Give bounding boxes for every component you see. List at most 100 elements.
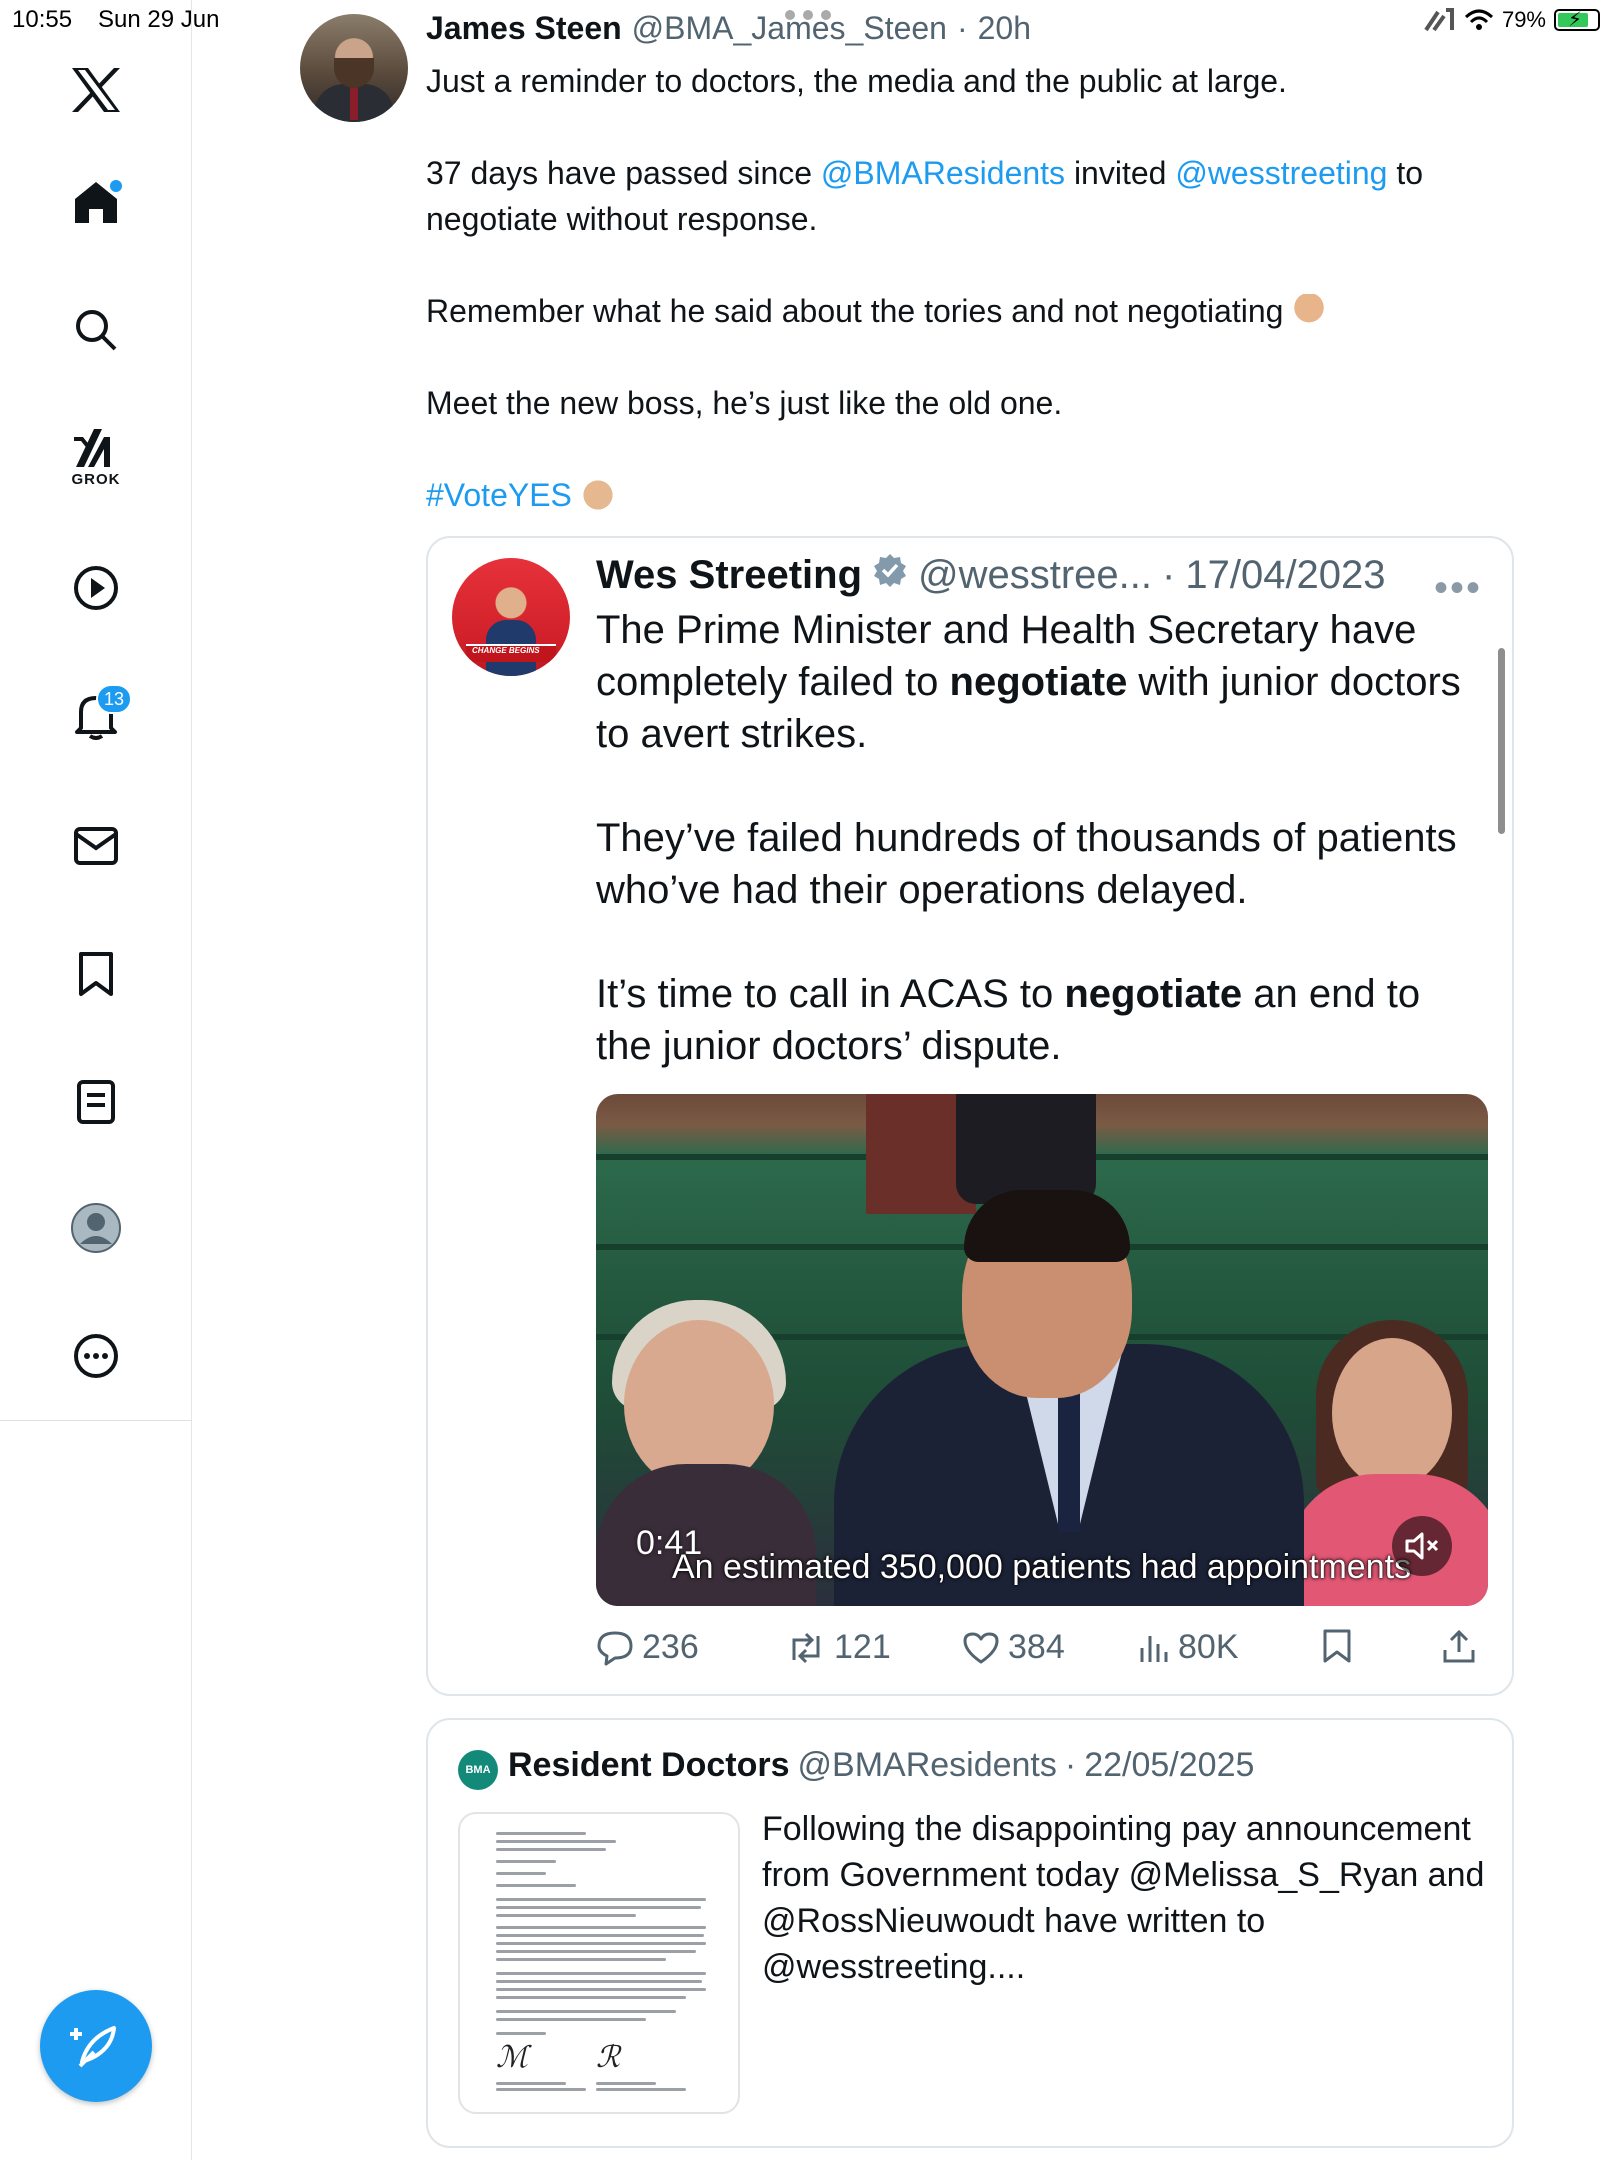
speaker-muted-icon (1405, 1532, 1439, 1560)
like-count: 384 (1008, 1628, 1065, 1666)
sidebar-item-search[interactable] (56, 290, 136, 370)
sidebar-item-more[interactable] (56, 1316, 136, 1396)
quoted-2-date[interactable]: 22/05/2025 (1084, 1746, 1254, 1785)
quoted-p3-start: It’s time to call in ACAS to (596, 972, 1065, 1016)
grok-status-icon (1424, 8, 1454, 32)
raised-fist-emoji-icon (580, 478, 615, 512)
quoted-separator: · (1162, 553, 1176, 597)
quoted-paragraph-1: The Prime Minister and Health Secretary … (596, 604, 1476, 760)
tweet-line-3: Remember what he said about the tories a… (426, 288, 1526, 334)
sidebar-item-profile[interactable] (56, 1188, 136, 1268)
heart-icon (963, 1632, 999, 1663)
quoted-2-separator: · (1064, 1746, 1077, 1784)
repost-button[interactable]: 121 (786, 1628, 891, 1667)
author-handle[interactable]: @BMA_James_Steen (632, 10, 947, 47)
pointing-down-emoji-icon (1292, 294, 1327, 328)
quoted-p3-bold: negotiate (1064, 972, 1243, 1016)
bookmark-button[interactable] (1322, 1628, 1352, 1664)
tweet-line-1: Just a reminder to doctors, the media an… (426, 63, 1287, 99)
views-button[interactable]: 80K (1138, 1628, 1239, 1667)
tweet-separator: · (956, 10, 968, 46)
tweet-line-2: 37 days have passed since @BMAResidents … (426, 150, 1526, 242)
repost-count: 121 (834, 1628, 891, 1666)
share-icon (1443, 1629, 1475, 1663)
more-icon (74, 1334, 118, 1378)
author-avatar[interactable] (300, 14, 408, 122)
signature-2: ℛ (596, 2040, 620, 2075)
tweet-time[interactable]: 20h (978, 10, 1031, 47)
home-unread-dot (110, 180, 122, 192)
video-caption: An estimated 350,000 patients had appoin… (672, 1548, 1412, 1586)
bma-logo-avatar[interactable]: BMA (458, 1750, 498, 1790)
quoted-tweet-date[interactable]: 17/04/2023 (1185, 553, 1385, 598)
quoted-author-handle[interactable]: @wesstree... (918, 553, 1152, 598)
views-chart-icon (1140, 1635, 1168, 1662)
sidebar-item-video[interactable] (56, 548, 136, 628)
scrollbar[interactable] (1498, 648, 1505, 834)
bookmarks-icon (79, 952, 113, 996)
reply-count: 236 (642, 1628, 699, 1666)
tweet-line-3-text: Remember what he said about the tories a… (426, 293, 1284, 329)
mention-wesstreeting-link[interactable]: @wesstreeting (1175, 155, 1387, 191)
share-button[interactable] (1442, 1628, 1476, 1664)
status-indicators: 79% ⚡ (1422, 6, 1600, 34)
mention-bmaresidents-link[interactable]: @BMAResidents (821, 155, 1065, 191)
profile-icon (71, 1203, 121, 1253)
quoted-tweet-body: The Prime Minister and Health Secretary … (596, 604, 1476, 1124)
x-logo-icon[interactable] (56, 50, 136, 130)
battery-percent: 79% (1501, 7, 1546, 32)
tweet-body: Just a reminder to doctors, the media an… (426, 58, 1526, 518)
quoted-tweet-header: Wes Streeting @wesstree... · 17/04/2023 (596, 552, 1386, 598)
quoted-tweet-2-body: Following the disappointing pay announce… (762, 1810, 1485, 1986)
messages-envelope-icon (74, 827, 118, 865)
sidebar-item-notifications[interactable]: 13 (56, 676, 136, 756)
reply-button[interactable]: 236 (596, 1628, 699, 1667)
video-play-icon (74, 566, 118, 610)
lists-icon (77, 1080, 115, 1124)
avatar-lectern-text: CHANGE BEGINS (472, 646, 540, 655)
quoted-author-name[interactable]: Wes Streeting (596, 553, 862, 598)
quoted-2-author-name[interactable]: Resident Doctors (508, 1746, 790, 1785)
bookmark-icon (1323, 1629, 1351, 1663)
sidebar-nav: GROK 13 (0, 0, 192, 2160)
tweet-line-4: Meet the new boss, he’s just like the ol… (426, 385, 1063, 421)
like-button[interactable]: 384 (962, 1628, 1065, 1667)
grok-label: GROK (71, 470, 121, 488)
reply-icon (597, 1631, 633, 1665)
compose-post-button[interactable] (40, 1990, 152, 2102)
quoted-author-avatar[interactable]: CHANGE BEGINS (452, 558, 570, 676)
quoted-paragraph-3: It’s time to call in ACAS to negotiate a… (596, 968, 1476, 1072)
notification-badge: 13 (96, 684, 132, 714)
mute-button[interactable] (1392, 1516, 1452, 1576)
sidebar-item-home[interactable] (56, 162, 136, 242)
tweet-line-2-mid: invited (1065, 155, 1176, 191)
quoted-2-author-handle[interactable]: @BMAResidents (798, 1746, 1057, 1785)
quoted-p1-bold: negotiate (949, 660, 1128, 704)
tweet-actions-bar: 236 121 384 80K (596, 1628, 1486, 1678)
verified-badge-icon (874, 554, 906, 587)
sidebar-item-grok[interactable]: GROK (56, 416, 136, 496)
quoted-paragraph-2: They’ve failed hundreds of thousands of … (596, 816, 1457, 912)
sidebar-divider (0, 1420, 192, 1421)
battery-icon: ⚡ (1554, 9, 1600, 31)
sidebar-item-bookmarks[interactable] (56, 934, 136, 1014)
author-name[interactable]: James Steen (426, 10, 622, 47)
grok-icon (74, 428, 110, 467)
search-icon (76, 310, 117, 351)
sidebar-item-lists[interactable] (56, 1062, 136, 1142)
repost-icon (792, 1632, 820, 1663)
hashtag-link[interactable]: #VoteYES (426, 477, 572, 513)
letter-image-thumbnail[interactable]: ℳ ℛ (458, 1812, 740, 2114)
quoted-tweet-card-2[interactable]: BMA Resident Doctors @BMAResidents · 22/… (426, 1718, 1514, 2148)
compose-feather-icon (70, 2026, 116, 2068)
tweet-line-5: #VoteYES (426, 472, 1526, 518)
quoted-tweet-2-header: Resident Doctors @BMAResidents · 22/05/2… (508, 1746, 1254, 1785)
sidebar-item-messages[interactable] (56, 806, 136, 886)
signature-1: ℳ (496, 2040, 529, 2075)
quoted-tweet-card[interactable]: CHANGE BEGINS Wes Streeting @wesstree...… (426, 536, 1514, 1696)
embedded-video[interactable]: 0:41 An estimated 350,000 patients had a… (596, 1094, 1488, 1606)
tweet-header: James Steen @BMA_James_Steen · 20h (426, 10, 1031, 47)
tweet-line-2-text: 37 days have passed since (426, 155, 821, 191)
wifi-icon (1464, 9, 1493, 30)
views-count: 80K (1178, 1628, 1239, 1666)
